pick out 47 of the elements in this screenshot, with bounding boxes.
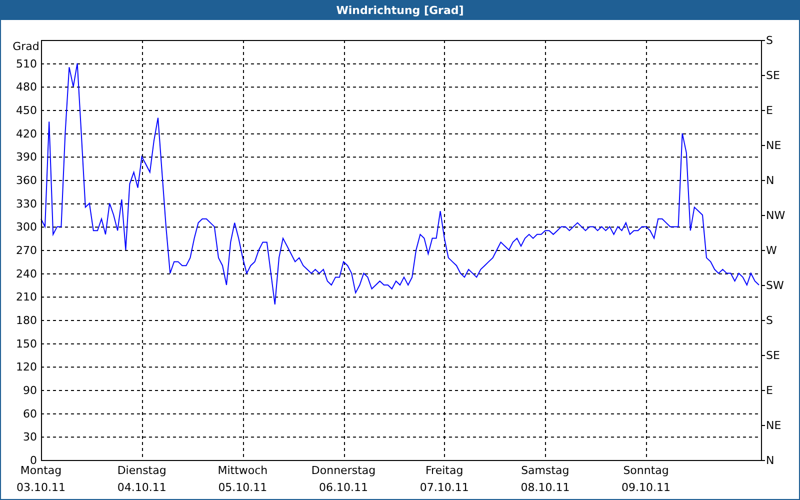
y-tick-label: 150 xyxy=(16,337,37,350)
weekday-label: Dienstag xyxy=(117,464,166,477)
y-tick-label: 450 xyxy=(16,104,37,117)
compass-tick-label: NW xyxy=(766,209,786,222)
compass-tick-label: SE xyxy=(766,349,780,362)
y-tick-label: 300 xyxy=(16,220,37,234)
compass-tick-label: N xyxy=(766,454,774,467)
y-tick-label: 90 xyxy=(23,384,37,397)
weekday-label: Mittwoch xyxy=(218,464,268,477)
compass-tick-label: N xyxy=(766,174,774,187)
compass-tick-label: SE xyxy=(766,69,780,82)
y-tick-label: 360 xyxy=(16,174,37,187)
weekday-label: Freitag xyxy=(426,464,464,477)
compass-tick-label: E xyxy=(766,104,773,117)
y-tick-label: 30 xyxy=(23,430,37,444)
y-tick-label: 120 xyxy=(16,360,37,374)
y-tick-label: 210 xyxy=(16,290,37,304)
date-tick-label: 04.10.11 xyxy=(117,481,166,494)
compass-tick-label: E xyxy=(766,384,773,397)
compass-tick-label: S xyxy=(766,314,773,327)
compass-tick-label: NE xyxy=(766,139,782,152)
date-tick-label: 08.10.11 xyxy=(520,481,570,494)
y-tick-label: 510 xyxy=(16,57,37,70)
y-tick-label: 180 xyxy=(16,314,37,327)
y-tick-label: 270 xyxy=(16,244,37,257)
compass-tick-label: W xyxy=(766,244,777,257)
y-tick-label: 240 xyxy=(16,267,37,280)
weekday-label: Montag xyxy=(20,464,62,477)
y-tick-label: 330 xyxy=(16,197,37,210)
date-tick-label: 06.10.11 xyxy=(319,481,368,494)
y-tick-label: 390 xyxy=(16,150,37,164)
y-tick-label: 60 xyxy=(23,407,37,420)
compass-tick-label: NE xyxy=(766,419,782,432)
date-tick-label: 03.10.11 xyxy=(16,481,66,494)
date-tick-label: 09.10.11 xyxy=(622,481,671,494)
window-title: Windrichtung [Grad] xyxy=(1,0,799,20)
compass-tick-label: S xyxy=(766,34,773,47)
weekday-label: Donnerstag xyxy=(311,464,376,477)
weekday-label: Sonntag xyxy=(623,464,669,477)
date-tick-label: 07.10.11 xyxy=(420,481,469,494)
y-tick-label: 420 xyxy=(16,127,37,140)
y-tick-label: 0 xyxy=(30,454,37,467)
weekday-label: Samstag xyxy=(521,464,570,477)
date-tick-label: 05.10.11 xyxy=(218,481,268,494)
y-axis-label: Grad xyxy=(12,40,40,53)
compass-tick-label: SW xyxy=(766,279,784,292)
y-tick-label: 480 xyxy=(16,80,37,94)
